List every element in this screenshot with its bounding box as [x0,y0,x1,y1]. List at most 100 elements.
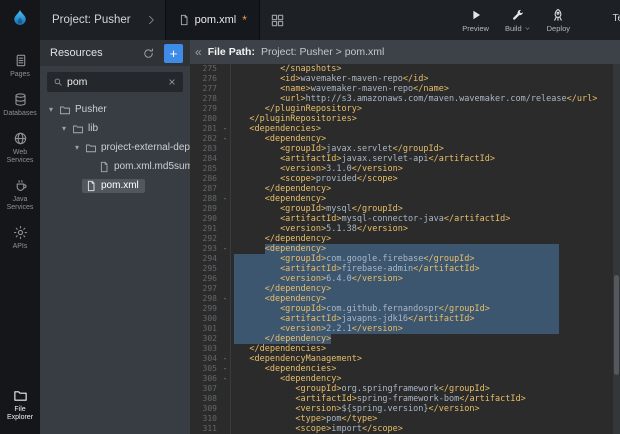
code-line[interactable]: 300 <artifactId>javapns-jdk16</artifactI… [190,314,620,324]
add-resource-button[interactable]: + [164,44,183,63]
caret-down-icon[interactable]: ▾ [59,124,69,133]
code-text: <dependencies> [231,364,620,374]
action-label-row: Preview [462,24,489,33]
tab-pom-xml[interactable]: pom.xml * [165,0,260,40]
preview-button[interactable]: Preview [462,8,489,33]
line-number: 280 [190,114,220,124]
code-line[interactable]: 290 <artifactId>mysql-connector-java</ar… [190,214,620,224]
code-line[interactable]: 285 <version>3.1.0</version> [190,164,620,174]
code-line[interactable]: 294 <groupId>com.google.firebase</groupI… [190,254,620,264]
build-tools-icon [511,8,525,22]
code-line[interactable]: 284 <artifactId>javax.servlet-api</artif… [190,154,620,164]
code-line[interactable]: 304- <dependencyManagement> [190,354,620,364]
code-line[interactable]: 295 <artifactId>firebase-admin</artifact… [190,264,620,274]
fold-toggle-icon[interactable]: - [220,364,231,374]
wavemaker-logo-icon[interactable] [0,0,40,40]
code-line[interactable]: 297 </dependency> [190,284,620,294]
code-line[interactable]: 276 <id>wavemaker-maven-repo</id> [190,74,620,84]
code-line[interactable]: 279 </pluginRepository> [190,104,620,114]
web-services-icon [13,131,28,146]
code-line[interactable]: 302 </dependency> [190,334,620,344]
database-icon [13,92,28,107]
code-text: <type>pom</type> [231,414,620,424]
partial-right-label[interactable]: Te [612,13,620,24]
code-line[interactable]: 287 </dependency> [190,184,620,194]
code-line[interactable]: 305- <dependencies> [190,364,620,374]
sidebar-item-pages[interactable]: Pages [0,46,40,85]
code-line[interactable]: 292 </dependency> [190,234,620,244]
code-editor[interactable]: 275 </snapshots>276 <id>wavemaker-maven-… [190,64,620,434]
fold-toggle-icon[interactable]: - [220,374,231,384]
code-line[interactable]: 291 <version>5.1.38</version> [190,224,620,234]
resources-title: Resources [40,47,142,59]
editor-scrollbar[interactable] [613,64,620,434]
fold-spacer [220,164,231,174]
code-line[interactable]: 289 <groupId>mysql</groupId> [190,204,620,214]
sidebar-item-file-explorer[interactable]: File Explorer [0,381,40,428]
tree-item-project-external-depen[interactable]: ▾project-external-depen [40,138,190,157]
code-line[interactable]: 280 </pluginRepositories> [190,114,620,124]
fold-spacer [220,404,231,414]
line-number: 308 [190,394,220,404]
fold-toggle-icon[interactable]: - [220,134,231,144]
code-line[interactable]: 299 <groupId>com.github.fernandospr</gro… [190,304,620,314]
line-number: 311 [190,424,220,434]
code-line[interactable]: 306- <dependency> [190,374,620,384]
line-number: 278 [190,94,220,104]
code-line[interactable]: 277 <name>wavemaker-maven-repo</name> [190,84,620,94]
selected-text: <version>6.4.0</version> [234,274,559,284]
fold-spacer [220,254,231,264]
folder-icon [72,123,84,135]
code-line[interactable]: 282- <dependency> [190,134,620,144]
caret-down-icon[interactable]: ▾ [72,143,82,152]
fold-toggle-icon[interactable]: - [220,294,231,304]
tree-item-pusher[interactable]: ▾Pusher [40,100,190,119]
build-button[interactable]: Build [505,8,531,33]
code-line[interactable]: 301 <version>2.2.1</version> [190,324,620,334]
tree-item-pom-xml-md5sum[interactable]: pom.xml.md5sum [40,157,190,176]
grid-view-icon[interactable] [270,13,285,28]
code-line[interactable]: 275 </snapshots> [190,64,620,74]
fold-toggle-icon[interactable]: - [220,194,231,204]
code-line[interactable]: 308 <artifactId>spring-framework-bom</ar… [190,394,620,404]
code-text: <dependencyManagement> [231,354,620,364]
fold-toggle-icon[interactable]: - [220,124,231,134]
tree-item-lib[interactable]: ▾lib [40,119,190,138]
code-text: <url>http://s3.amazonaws.com/maven.wavem… [231,94,620,104]
code-line[interactable]: 278 <url>http://s3.amazonaws.com/maven.w… [190,94,620,104]
scrollbar-thumb[interactable] [614,275,619,375]
code-line[interactable]: 311 <scope>import</scope> [190,424,620,434]
line-number: 303 [190,344,220,354]
tree-item-pom-xml[interactable]: pom.xml [40,176,190,195]
code-text: <id>wavemaker-maven-repo</id> [231,74,620,84]
code-line[interactable]: 288- <dependency> [190,194,620,204]
caret-down-icon[interactable]: ▾ [46,105,56,114]
fold-spacer [220,104,231,114]
code-line[interactable]: 293- <dependency> [190,244,620,254]
pages-icon [13,53,28,68]
sidebar-item-web-services[interactable]: Web Services [0,124,40,171]
code-line[interactable]: 296 <version>6.4.0</version> [190,274,620,284]
code-line[interactable]: 281- <dependencies> [190,124,620,134]
fold-spacer [220,214,231,224]
sidebar-item-databases[interactable]: Databases [0,85,40,124]
sidebar-item-java-services[interactable]: Java Services [0,171,40,218]
code-line[interactable]: 310 <type>pom</type> [190,414,620,424]
deploy-button[interactable]: Deploy [547,8,570,33]
refresh-icon[interactable] [142,47,155,60]
tree-item-label: pom.xml [101,180,139,191]
fold-spacer [220,324,231,334]
code-line[interactable]: 309 <version>${spring.version}</version> [190,404,620,414]
code-text: <groupId>com.google.firebase</groupId> [231,254,620,264]
clear-search-icon[interactable] [167,77,177,87]
code-line[interactable]: 286 <scope>provided</scope> [190,174,620,184]
search-input[interactable] [67,76,163,88]
sidebar-item-apis[interactable]: APIs [0,218,40,257]
fold-toggle-icon[interactable]: - [220,244,231,254]
code-line[interactable]: 307 <groupId>org.springframework</groupI… [190,384,620,394]
collapse-panel-icon[interactable]: « [195,46,202,58]
code-line[interactable]: 303 </dependencies> [190,344,620,354]
fold-toggle-icon[interactable]: - [220,354,231,364]
code-line[interactable]: 298- <dependency> [190,294,620,304]
code-line[interactable]: 283 <groupId>javax.servlet</groupId> [190,144,620,154]
